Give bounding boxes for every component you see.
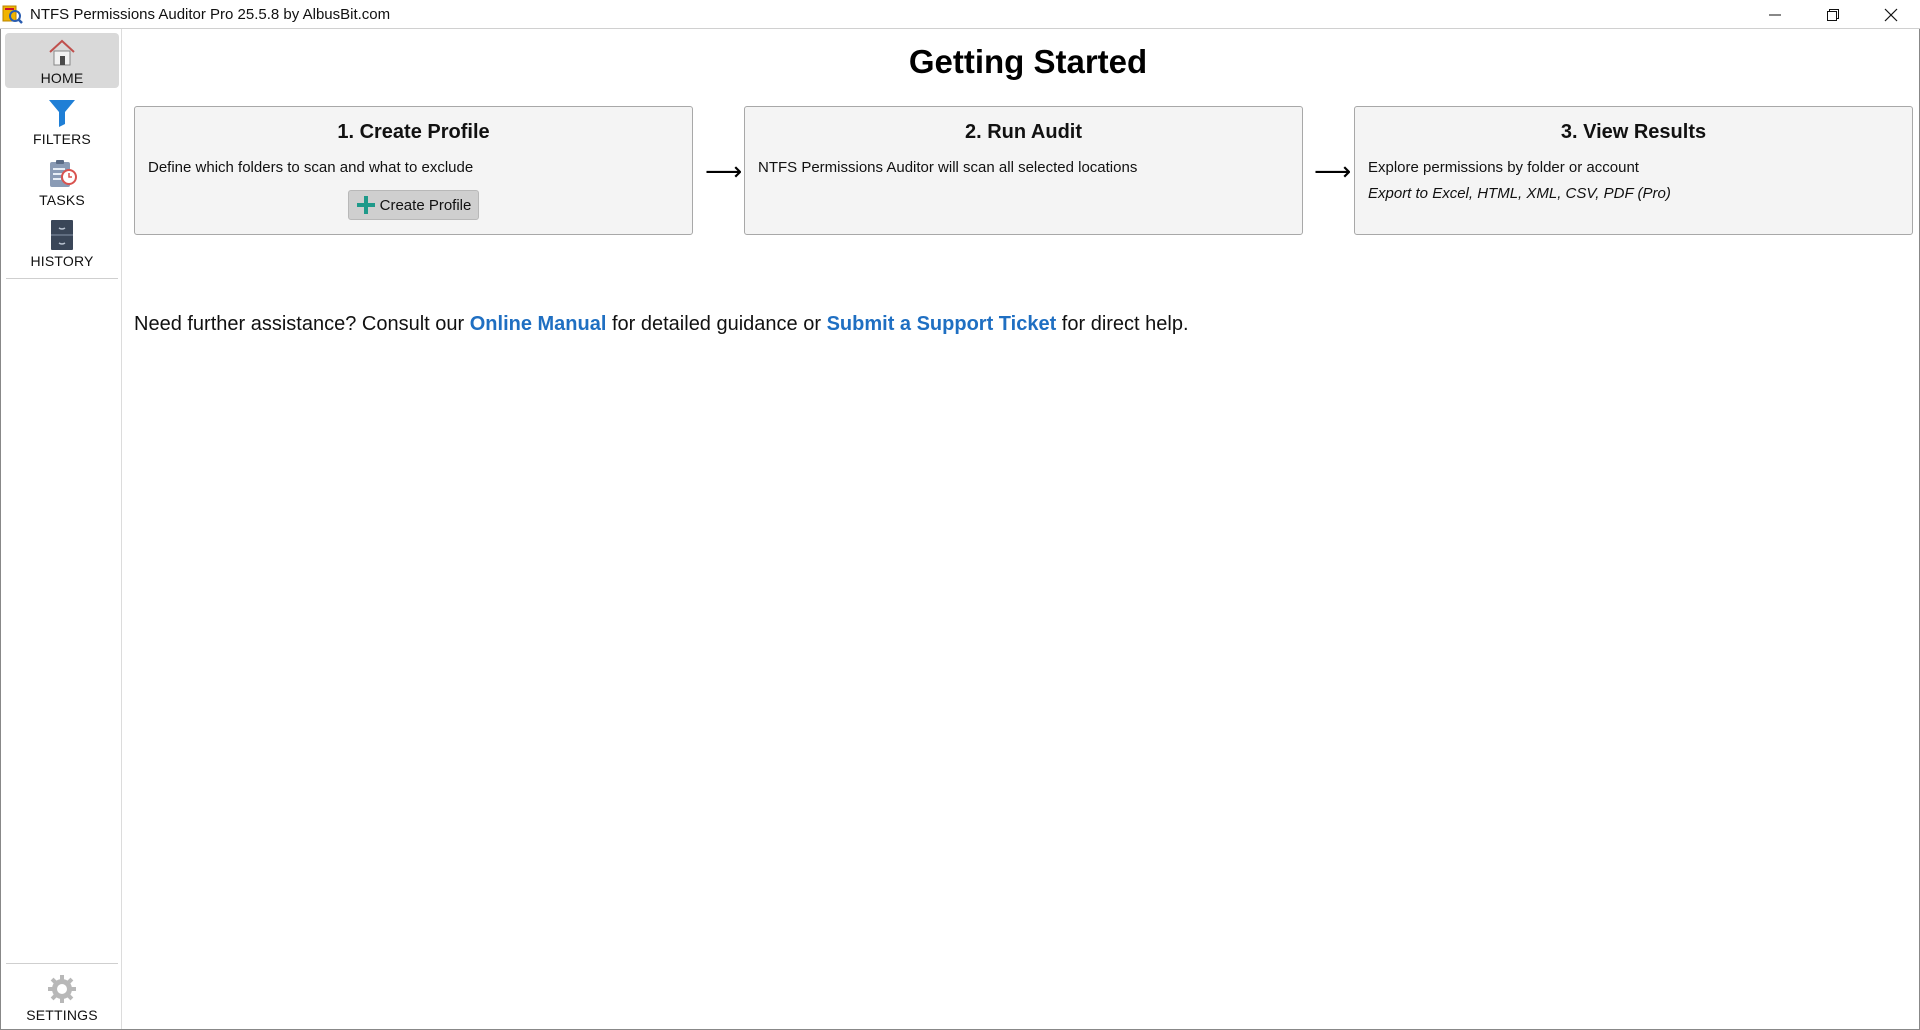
sidebar: HOME FILTERS TASKS HISTORY SETTINGS: [1, 29, 122, 1029]
restore-button[interactable]: [1804, 0, 1862, 29]
create-profile-button[interactable]: Create Profile: [348, 190, 479, 220]
sidebar-item-label: HISTORY: [30, 253, 94, 269]
sidebar-item-label: SETTINGS: [26, 1007, 98, 1023]
sidebar-item-label: FILTERS: [33, 131, 91, 147]
sidebar-item-label: TASKS: [39, 192, 85, 208]
minimize-button[interactable]: [1746, 0, 1804, 29]
title-bar: NTFS Permissions Auditor Pro 25.5.8 by A…: [0, 0, 1920, 29]
clipboard-clock-icon: [46, 158, 78, 190]
online-manual-link[interactable]: Online Manual: [470, 313, 607, 335]
step-arrow: ⟶: [705, 156, 743, 186]
step-card-view-results: 3. View Results Explore permissions by f…: [1354, 106, 1913, 235]
close-icon: [1884, 8, 1898, 21]
support-ticket-link[interactable]: Submit a Support Ticket: [827, 313, 1057, 335]
export-formats-text: Export to Excel, HTML, XML, CSV, PDF (Pr…: [1368, 185, 1671, 202]
restore-icon: [1827, 8, 1839, 21]
sidebar-item-settings[interactable]: SETTINGS: [5, 970, 119, 1025]
step-arrow: ⟶: [1314, 156, 1352, 186]
step-title: 3. View Results: [1560, 121, 1707, 143]
window-controls: [1746, 0, 1920, 29]
sidebar-divider: [6, 278, 118, 279]
file-cabinet-icon: [46, 219, 78, 251]
sidebar-item-tasks[interactable]: TASKS: [5, 155, 119, 210]
funnel-icon: [46, 97, 78, 129]
app-logo-icon: [2, 3, 24, 25]
sidebar-item-history[interactable]: HISTORY: [5, 216, 119, 271]
minimize-icon: [1769, 14, 1781, 15]
help-prefix: Need further assistance? Consult our: [134, 313, 470, 335]
step-title: 2. Run Audit: [964, 121, 1083, 143]
step-description: Explore permissions by folder or account: [1368, 159, 1639, 176]
sidebar-item-home[interactable]: HOME: [5, 33, 119, 88]
create-profile-label: Create Profile: [379, 196, 472, 214]
step-title: 1. Create Profile: [337, 121, 490, 143]
page-title: Getting Started: [908, 43, 1148, 80]
help-suffix: for direct help.: [1056, 313, 1189, 335]
step-card-run-audit: 2. Run Audit NTFS Permissions Auditor wi…: [744, 106, 1303, 235]
home-icon: [46, 36, 78, 68]
close-button[interactable]: [1862, 0, 1920, 29]
sidebar-item-filters[interactable]: FILTERS: [5, 94, 119, 149]
step-description: NTFS Permissions Auditor will scan all s…: [758, 159, 1138, 176]
plus-icon: [356, 195, 376, 215]
sidebar-divider: [6, 963, 118, 964]
sidebar-item-label: HOME: [40, 70, 84, 86]
step-description: Define which folders to scan and what to…: [148, 159, 474, 176]
main-content: Getting Started 1. Create Profile Define…: [123, 29, 1919, 1029]
help-text: Need further assistance? Consult our Onl…: [134, 313, 1189, 336]
help-middle: for detailed guidance or: [606, 313, 827, 335]
step-card-create-profile: 1. Create Profile Define which folders t…: [134, 106, 693, 235]
gear-icon: [46, 973, 78, 1005]
window-title: NTFS Permissions Auditor Pro 25.5.8 by A…: [30, 5, 391, 23]
